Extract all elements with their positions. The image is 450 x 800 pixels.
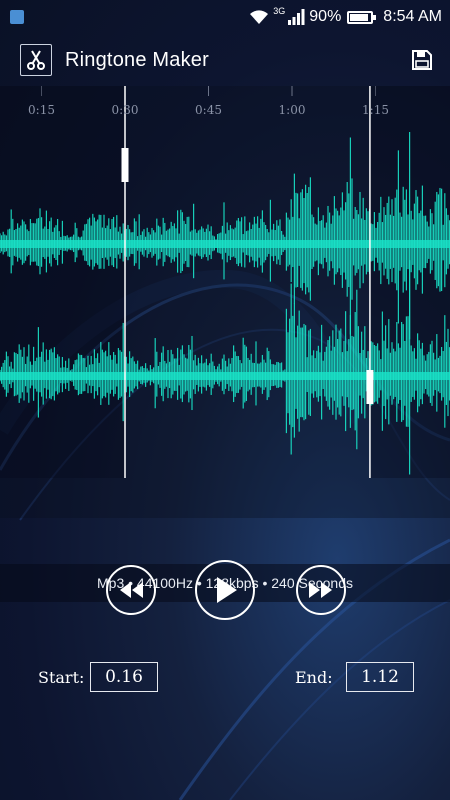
timeline-label: 0:15	[28, 103, 55, 117]
start-time-field[interactable]: 0.16	[90, 662, 158, 692]
start-handle[interactable]	[121, 148, 129, 182]
unselected-region-left	[0, 86, 125, 478]
play-button[interactable]	[195, 560, 255, 620]
playback-controls	[0, 558, 450, 622]
end-label: End:	[295, 668, 333, 687]
clock: 8:54 AM	[383, 8, 442, 25]
battery-percent: 90%	[309, 8, 342, 25]
timeline-label: 0:30	[111, 103, 139, 117]
scissors-icon	[20, 44, 52, 76]
network-type: 3G	[273, 6, 286, 16]
waveform-canvas[interactable]	[0, 86, 450, 518]
play-icon	[217, 577, 237, 603]
app-bar: Ringtone Maker	[0, 34, 450, 86]
waveform-editor[interactable]: 0:150:300:451:001:15 Mp3 • 44100Hz • 128…	[0, 86, 450, 602]
page-title: Ringtone Maker	[65, 48, 209, 71]
end-time-field[interactable]: 1.12	[346, 662, 414, 692]
rewind-button[interactable]	[106, 565, 156, 615]
trim-range: Start: 0.16 End: 1.12	[0, 662, 450, 694]
end-handle[interactable]	[366, 370, 374, 404]
timeline-label: 0:45	[195, 103, 222, 117]
start-label: Start:	[38, 668, 85, 687]
status-bar: 3G 90% 8:54 AM	[0, 0, 450, 34]
rewind-icon	[120, 582, 143, 598]
fast-forward-button[interactable]	[296, 565, 346, 615]
notification-app-icon	[10, 10, 24, 24]
save-button[interactable]	[408, 46, 436, 74]
timeline-label: 1:15	[362, 103, 389, 117]
timeline-label: 1:00	[278, 103, 306, 117]
wifi-icon	[250, 10, 269, 24]
cellular-signal-icon	[288, 9, 305, 25]
fast-forward-icon	[309, 582, 332, 598]
save-icon	[412, 50, 432, 70]
battery-icon	[347, 10, 377, 24]
